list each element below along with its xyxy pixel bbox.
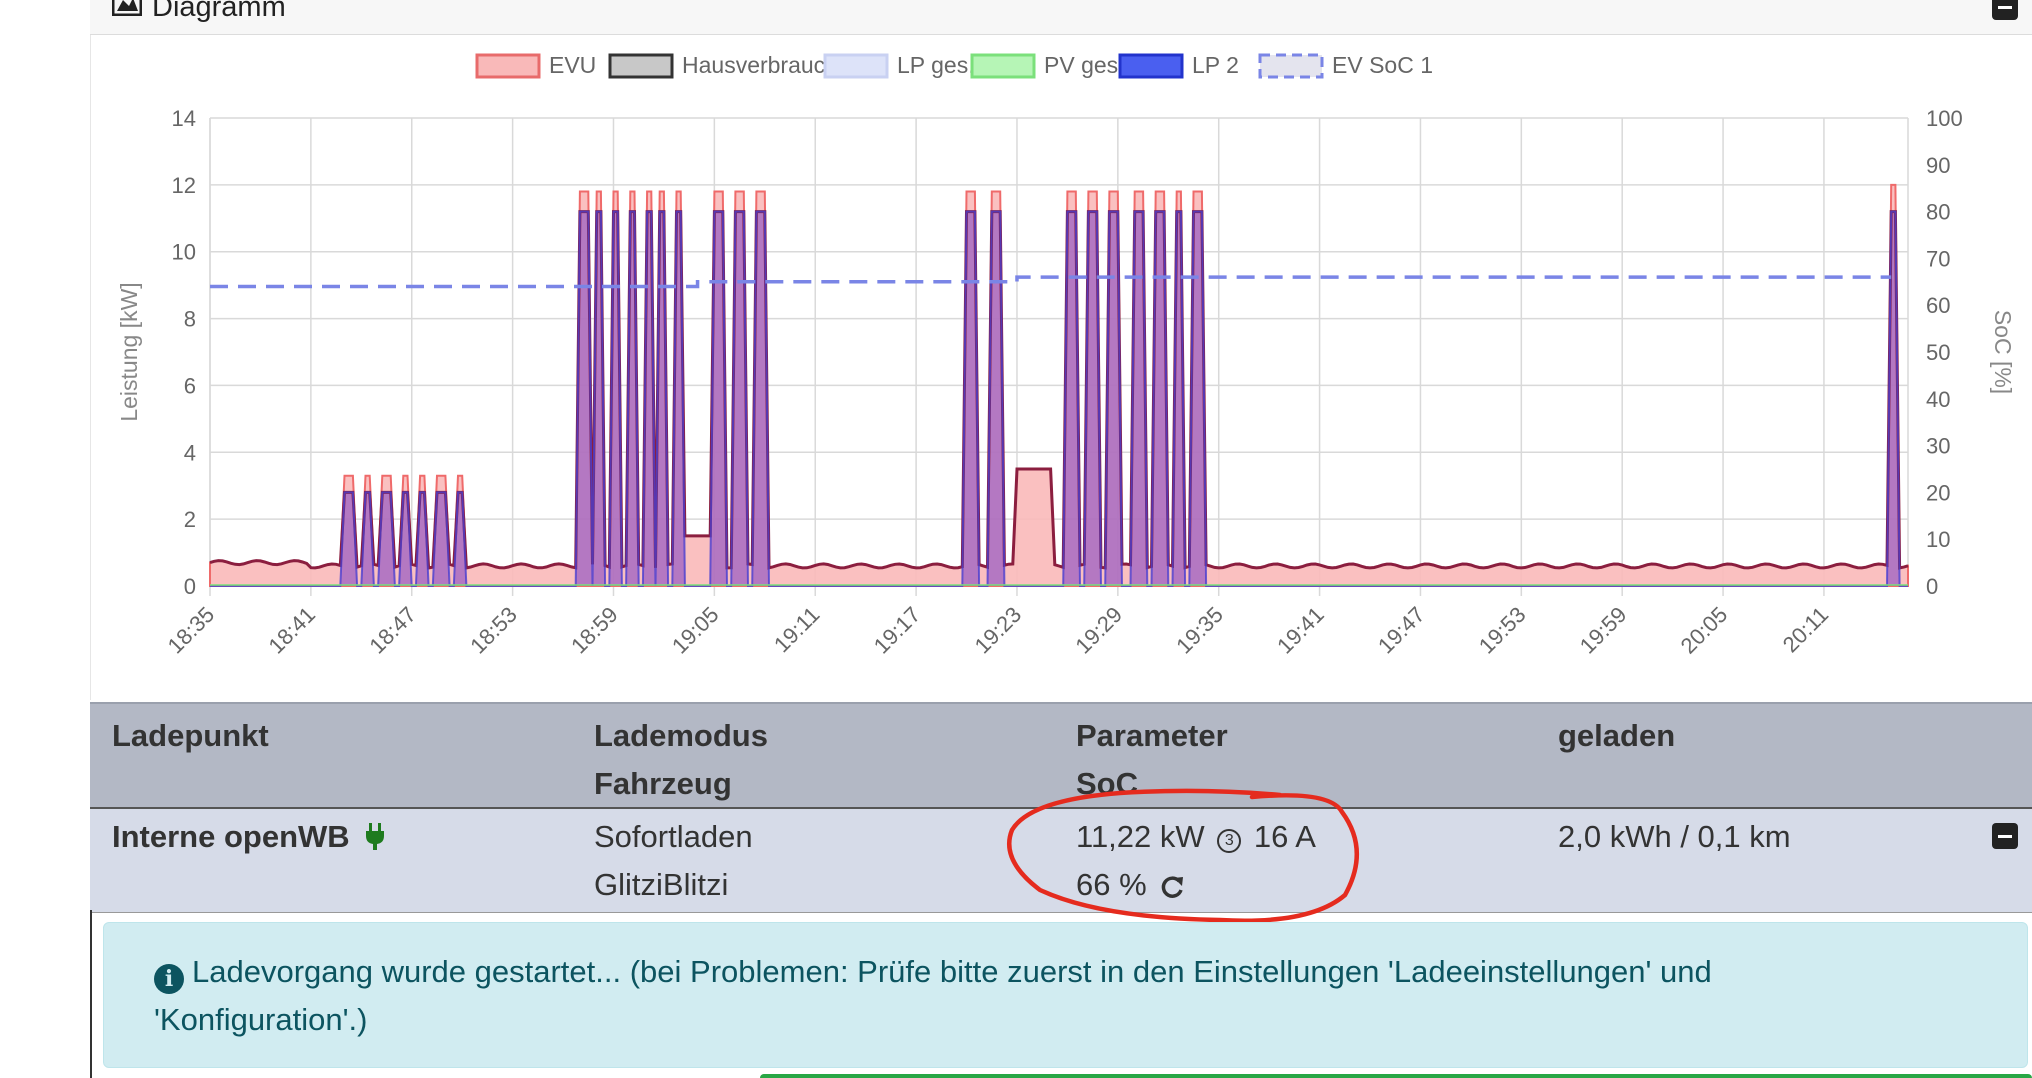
x-tick-label: 19:47 [1373, 602, 1430, 659]
chargepoint-name: Interne openWB [112, 819, 350, 854]
x-tick-label: 19:35 [1171, 602, 1228, 659]
x-tick-label: 20:05 [1676, 602, 1733, 659]
y2-tick-label: 80 [1926, 200, 1950, 225]
chart-svg: EVU Hausverbrauch LP ges. PV ges. LP 2 EV SoC… [116, 52, 2016, 659]
charge-power: 11,22 kW [1076, 819, 1205, 854]
legend-swatch [475, 53, 541, 79]
alert-text-line1: Ladevorgang wurde gestartet... (bei Prob… [192, 954, 1712, 989]
charge-current: 16 A [1253, 819, 1316, 854]
power-chart: EVU Hausverbrauch LP ges. PV ges. LP 2 EV SoC… [90, 40, 2032, 690]
y2-tick-label: 100 [1926, 106, 1963, 131]
charge-parameters: 11,22 kW 3 16 A [1076, 813, 1316, 861]
y2-tick-label: 10 [1926, 527, 1950, 552]
x-tick-label: 19:05 [667, 602, 724, 659]
legend-swatch [608, 53, 674, 79]
y-tick-label: 10 [172, 240, 196, 265]
legend-label: PV ges. [1044, 52, 1125, 78]
house-series [209, 210, 1909, 570]
legend-swatch [1118, 53, 1184, 79]
y-tick-label: 8 [184, 307, 196, 332]
x-tick-label: 19:11 [769, 602, 824, 657]
row-detail-border [90, 910, 92, 1078]
legend-label: EV SoC 1 [1332, 52, 1433, 78]
y2-tick-label: 70 [1926, 246, 1950, 271]
table-header: Ladepunkt Lademodus Fahrzeug Parameter S… [90, 702, 2032, 808]
legend-swatch [823, 53, 889, 79]
legend-label: LP ges. [897, 52, 975, 78]
y-tick-label: 12 [172, 173, 196, 198]
alert-text-line2: 'Konfiguration'.) [154, 1002, 368, 1037]
x-tick-label: 20:11 [1778, 602, 1833, 657]
status-alert: i Ladevorgang wurde gestartet... (bei Pro… [103, 922, 2028, 1068]
chargepoint-name-cell: Interne openWB [112, 813, 386, 865]
legend-swatch [1258, 53, 1324, 79]
y2-tick-label: 0 [1926, 574, 1938, 599]
x-tick-label: 18:59 [566, 602, 623, 659]
y-tick-label: 14 [172, 106, 196, 131]
y-tick-label: 4 [184, 440, 196, 465]
x-tick-label: 18:35 [163, 602, 220, 659]
y-tick-label: 2 [184, 507, 196, 532]
vehicle-name: GlitziBlitzi [594, 867, 729, 902]
card-header [90, 0, 2032, 35]
header-ladepunkt: Ladepunkt [112, 718, 269, 753]
diagram-collapse-button[interactable] [1992, 0, 2018, 20]
x-tick-label: 19:23 [970, 602, 1027, 659]
x-tick-label: 19:17 [869, 602, 926, 659]
ev-soc-series [210, 275, 1892, 289]
y2-axis-title: SoC [%] [1990, 310, 2016, 394]
charged-energy: 2,0 kWh / 0,1 km [1558, 819, 1791, 854]
y2-tick-label: 40 [1926, 387, 1950, 412]
row-collapse-button[interactable] [1992, 823, 2018, 849]
charge-mode[interactable]: Sofortladen [594, 813, 753, 861]
soc-cell: 66 % [1076, 861, 1185, 915]
y-tick-label: 6 [184, 373, 196, 398]
header-geladen: geladen [1558, 718, 1676, 753]
y2-tick-label: 90 [1926, 153, 1950, 178]
y2-tick-label: 20 [1926, 480, 1950, 505]
chart-area-icon [111, 0, 143, 24]
plug-icon [364, 817, 386, 865]
legend-label: LP 2 [1192, 52, 1239, 78]
card-title: Diagramm [111, 0, 286, 24]
bottom-green-bar [760, 1074, 2032, 1078]
legend-label: Hausverbrauch [682, 52, 838, 78]
soc-value: 66 % [1076, 867, 1147, 902]
y-tick-label: 0 [184, 574, 196, 599]
header-soc: SoC [1076, 766, 1138, 801]
x-tick-label: 18:47 [364, 602, 421, 659]
table-row: Interne openWB Sofortladen GlitziBlitzi … [90, 807, 2032, 913]
legend-label: EVU [549, 52, 596, 78]
x-tick-label: 19:41 [1272, 602, 1329, 659]
x-tick-label: 19:29 [1070, 602, 1127, 659]
header-lademodus: Lademodus [594, 718, 768, 753]
x-tick-label: 19:59 [1575, 602, 1632, 659]
y2-tick-label: 50 [1926, 340, 1950, 365]
y-axis-title: Leistung [kW] [116, 282, 142, 421]
x-tick-label: 18:41 [263, 602, 320, 659]
phases-icon: 3 [1217, 829, 1242, 853]
header-parameter: Parameter [1076, 718, 1228, 753]
refresh-icon[interactable] [1159, 867, 1185, 915]
header-fahrzeug: Fahrzeug [594, 766, 732, 801]
lp2-series [210, 210, 1908, 587]
legend-swatch [970, 53, 1036, 79]
info-icon: i [154, 964, 184, 994]
y2-tick-label: 60 [1926, 293, 1950, 318]
y2-tick-label: 30 [1926, 434, 1950, 459]
card-title-text: Diagramm [152, 0, 286, 23]
x-tick-label: 19:53 [1474, 602, 1531, 659]
x-tick-label: 18:53 [465, 602, 522, 659]
